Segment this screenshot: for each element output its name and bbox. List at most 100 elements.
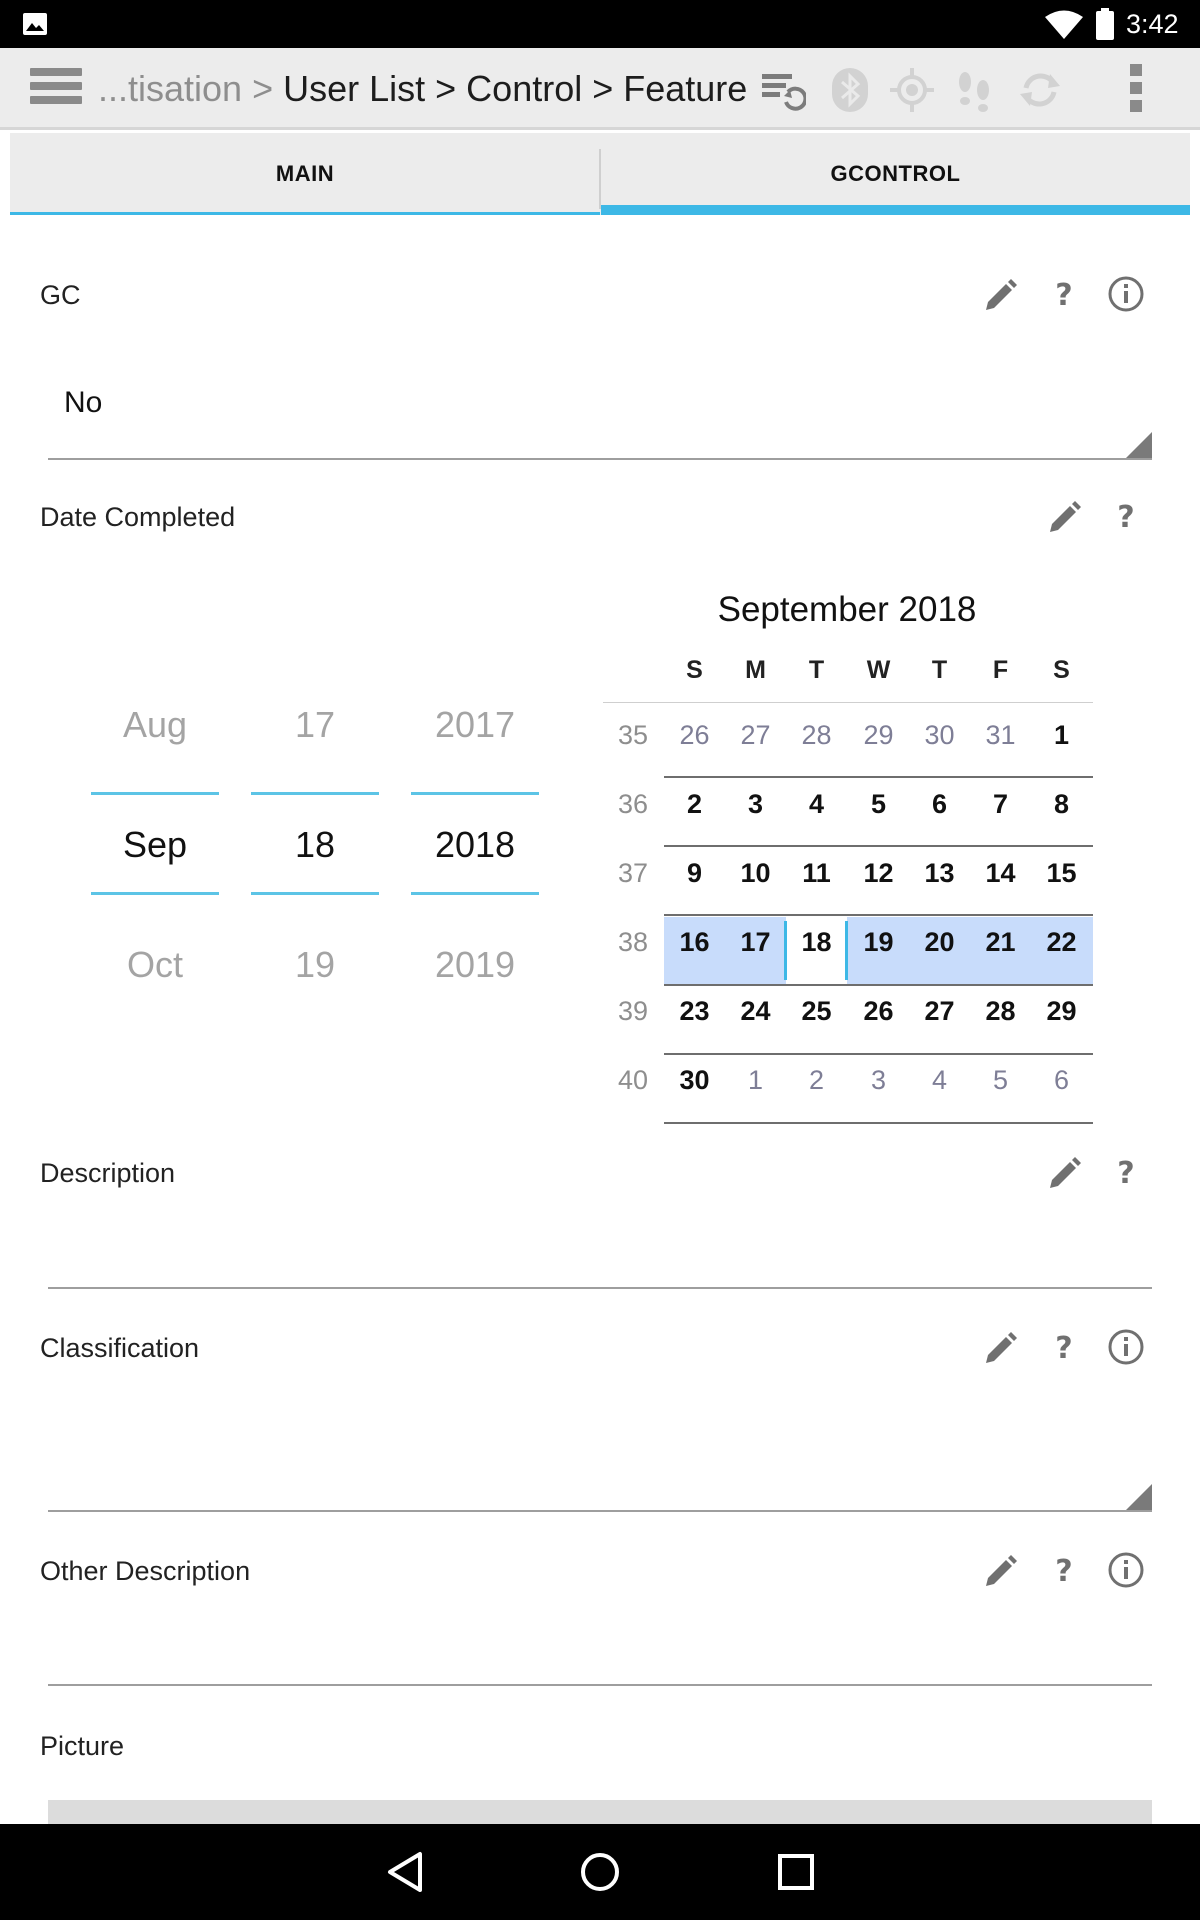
calendar-day[interactable]: 23 xyxy=(664,996,725,1027)
calendar-day[interactable]: 28 xyxy=(970,996,1031,1027)
breadcrumb-faded[interactable]: ...tisation xyxy=(98,68,242,109)
other-description-info-icon[interactable] xyxy=(1106,1550,1146,1590)
other-description-help-icon[interactable]: ? xyxy=(1044,1550,1084,1590)
navigation-bar xyxy=(0,1824,1200,1920)
breadcrumb-trail[interactable]: User List > Control > Feature xyxy=(283,68,747,109)
gc-dropdown-indicator[interactable] xyxy=(1126,432,1152,458)
bluetooth-icon[interactable] xyxy=(826,66,874,114)
svg-text:?: ? xyxy=(1055,1554,1072,1589)
month-spinner-next[interactable]: Oct xyxy=(91,944,219,986)
calendar-day[interactable]: 4 xyxy=(786,789,847,820)
day-spinner-next[interactable]: 19 xyxy=(251,944,379,986)
classification-dropdown-indicator[interactable] xyxy=(1126,1484,1152,1510)
month-divider-top xyxy=(91,792,219,795)
gc-help-icon[interactable]: ? xyxy=(1044,274,1084,314)
calendar-day[interactable]: 14 xyxy=(970,858,1031,889)
calendar-day[interactable]: 5 xyxy=(970,1065,1031,1096)
calendar-day[interactable]: 13 xyxy=(909,858,970,889)
calendar-day[interactable]: 17 xyxy=(725,927,786,958)
description-edit-pencil-icon[interactable] xyxy=(1044,1152,1084,1192)
calendar-day[interactable]: 19 xyxy=(848,927,909,958)
calendar-day[interactable]: 20 xyxy=(909,927,970,958)
gc-info-icon[interactable] xyxy=(1106,274,1146,314)
classification-info-icon[interactable] xyxy=(1106,1327,1146,1367)
calendar-day[interactable]: 3 xyxy=(848,1065,909,1096)
calendar-day-selected[interactable]: 18 xyxy=(786,927,847,958)
calendar-day[interactable]: 21 xyxy=(970,927,1031,958)
calendar-day[interactable]: 30 xyxy=(664,1065,725,1096)
other-description-edit-pencil-icon[interactable] xyxy=(980,1550,1020,1590)
calendar-day[interactable]: 29 xyxy=(848,720,909,751)
calendar-day[interactable]: 15 xyxy=(1031,858,1092,889)
refresh-icon[interactable] xyxy=(1016,66,1064,114)
tab-main[interactable]: MAIN xyxy=(10,133,600,215)
calendar-day[interactable]: 30 xyxy=(909,720,970,751)
calendar-header-divider xyxy=(603,702,1093,703)
gc-edit-pencil-icon[interactable] xyxy=(980,274,1020,314)
description-underline xyxy=(48,1287,1152,1289)
year-divider-bottom xyxy=(411,892,539,895)
year-spinner-selected[interactable]: 2018 xyxy=(411,824,539,866)
calendar-day[interactable]: 2 xyxy=(664,789,725,820)
calendar-day[interactable]: 10 xyxy=(725,858,786,889)
calendar-day[interactable]: 11 xyxy=(786,858,847,889)
calendar-day[interactable]: 6 xyxy=(1031,1065,1092,1096)
description-help-icon[interactable]: ? xyxy=(1106,1152,1146,1192)
calendar-day[interactable]: 16 xyxy=(664,927,725,958)
calendar-day[interactable]: 6 xyxy=(909,789,970,820)
sync-settings-icon[interactable] xyxy=(758,66,806,114)
calendar-day[interactable]: 7 xyxy=(970,789,1031,820)
overflow-menu-icon[interactable] xyxy=(1126,64,1146,116)
calendar-row-divider xyxy=(664,845,1093,847)
calendar-day[interactable]: 27 xyxy=(725,720,786,751)
recents-icon[interactable] xyxy=(774,1850,818,1894)
gc-select-value[interactable]: No xyxy=(64,386,102,420)
calendar-day[interactable]: 4 xyxy=(909,1065,970,1096)
home-icon[interactable] xyxy=(578,1850,622,1894)
calendar-day[interactable]: 2 xyxy=(786,1065,847,1096)
day-spinner-prev[interactable]: 17 xyxy=(251,704,379,746)
calendar-day[interactable]: 28 xyxy=(786,720,847,751)
other-description-label: Other Description xyxy=(40,1556,251,1586)
calendar-day[interactable]: 9 xyxy=(664,858,725,889)
calendar-week-number: 37 xyxy=(617,858,649,888)
footsteps-icon[interactable] xyxy=(950,66,998,114)
gc-select-underline xyxy=(48,458,1152,460)
gps-icon[interactable] xyxy=(888,66,936,114)
calendar-row-divider xyxy=(664,984,1093,986)
calendar-day[interactable]: 29 xyxy=(1031,996,1092,1027)
calendar-day[interactable]: 26 xyxy=(664,720,725,751)
calendar-day[interactable]: 5 xyxy=(848,789,909,820)
calendar-day[interactable]: 1 xyxy=(725,1065,786,1096)
status-bar: 3:42 xyxy=(0,0,1200,48)
calendar-week-number: 38 xyxy=(617,927,649,957)
calendar-day[interactable]: 3 xyxy=(725,789,786,820)
calendar-day[interactable]: 26 xyxy=(848,996,909,1027)
tab-gcontrol[interactable]: GCONTROL xyxy=(601,133,1190,215)
calendar-day[interactable]: 25 xyxy=(786,996,847,1027)
month-spinner-prev[interactable]: Aug xyxy=(91,704,219,746)
year-spinner-prev[interactable]: 2017 xyxy=(411,704,539,746)
day-spinner-selected[interactable]: 18 xyxy=(251,824,379,866)
classification-edit-pencil-icon[interactable] xyxy=(980,1327,1020,1367)
year-spinner-next[interactable]: 2019 xyxy=(411,944,539,986)
back-icon[interactable] xyxy=(384,1850,428,1894)
calendar-week-number: 35 xyxy=(617,720,649,750)
date-help-icon[interactable]: ? xyxy=(1106,496,1146,536)
month-spinner-selected[interactable]: Sep xyxy=(91,824,219,866)
calendar-day[interactable]: 27 xyxy=(909,996,970,1027)
calendar-row-divider xyxy=(664,914,1093,916)
day-divider-top xyxy=(251,792,379,795)
menu-icon[interactable] xyxy=(30,68,82,108)
calendar-day[interactable]: 8 xyxy=(1031,789,1092,820)
calendar-day[interactable]: 22 xyxy=(1031,927,1092,958)
clock: 3:42 xyxy=(1126,9,1179,39)
calendar-day[interactable]: 31 xyxy=(970,720,1031,751)
day-divider-bottom xyxy=(251,892,379,895)
calendar-day[interactable]: 12 xyxy=(848,858,909,889)
date-edit-pencil-icon[interactable] xyxy=(1044,496,1084,536)
calendar-day[interactable]: 1 xyxy=(1031,720,1092,751)
calendar-title: September 2018 xyxy=(717,590,977,629)
classification-help-icon[interactable]: ? xyxy=(1044,1327,1084,1367)
calendar-day[interactable]: 24 xyxy=(725,996,786,1027)
